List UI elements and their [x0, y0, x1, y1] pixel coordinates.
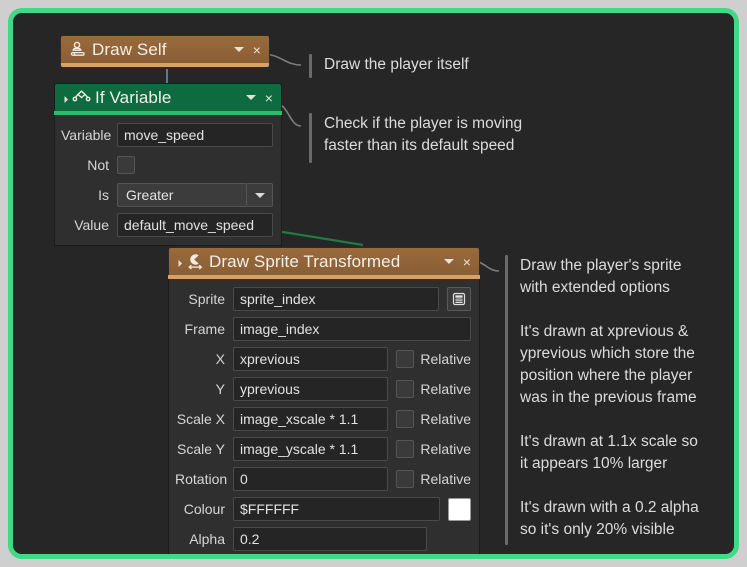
relative-scale-x-group: Relative — [396, 410, 471, 428]
label-sprite: Sprite — [188, 291, 225, 307]
label-scale-y: Scale Y — [177, 441, 225, 457]
field-row-frame: Frame image_index — [175, 317, 471, 341]
action-editor-frame: Draw Self × If Variable × Variable move_… — [8, 8, 739, 559]
label-scale-x: Scale X — [176, 411, 225, 427]
input-frame[interactable]: image_index — [233, 317, 471, 341]
if-variable-icon — [71, 88, 91, 108]
annotation-if-variable: Check if the player is moving faster tha… — [309, 113, 522, 163]
list-menu-icon[interactable] — [447, 287, 471, 311]
relative-rotation-group: Relative — [396, 470, 471, 488]
input-scale-x[interactable]: image_xscale * 1.1 — [233, 407, 389, 431]
close-icon[interactable]: × — [461, 255, 473, 269]
label-relative-rotation: Relative — [420, 471, 471, 487]
relative-x-group: Relative — [396, 350, 471, 368]
checkbox-relative-rotation[interactable] — [396, 470, 415, 488]
select-is-chevron-down-icon[interactable] — [247, 183, 273, 207]
label-rotation: Rotation — [175, 471, 228, 487]
draw-self-title: Draw Self — [92, 39, 167, 59]
chevron-down-icon[interactable] — [443, 259, 454, 264]
annotation-bar — [309, 54, 312, 78]
annotation-draw-self: Draw the player itself — [309, 54, 469, 78]
if-variable-body: Variable move_speed Not Is Greater Value — [54, 115, 282, 246]
checkbox-not[interactable] — [117, 156, 135, 174]
field-row-scale-x: Scale X image_xscale * 1.1 Relative — [175, 407, 471, 431]
label-x: X — [215, 351, 225, 367]
input-scale-y[interactable]: image_yscale * 1.1 — [233, 437, 389, 461]
close-icon[interactable]: × — [251, 43, 263, 57]
label-relative-x: Relative — [420, 351, 471, 367]
field-row-alpha: Alpha 0.2 — [175, 527, 471, 551]
close-icon[interactable]: × — [263, 91, 275, 105]
input-x[interactable]: xprevious — [233, 347, 389, 371]
label-value: Value — [74, 217, 109, 233]
relative-y-group: Relative — [396, 380, 471, 398]
input-rotation[interactable]: 0 — [233, 467, 389, 491]
action-block-draw-sprite-transformed[interactable]: Draw Sprite Transformed × Sprite sprite_… — [168, 247, 480, 554]
label-relative-scale-y: Relative — [420, 441, 471, 457]
checkbox-relative-scale-x[interactable] — [396, 410, 415, 428]
select-is[interactable]: Greater — [117, 183, 247, 207]
label-alpha: Alpha — [189, 531, 225, 547]
label-y: Y — [215, 381, 225, 397]
field-row-rotation: Rotation 0 Relative — [175, 467, 471, 491]
screenshot-root: Draw Self × If Variable × Variable move_… — [0, 0, 747, 567]
field-row-sprite: Sprite sprite_index — [175, 287, 471, 311]
field-row-variable: Variable move_speed — [61, 123, 273, 147]
draw-sprite-transformed-body: Sprite sprite_index Frame image_index X … — [168, 279, 480, 554]
annotation-draw-self-text: Draw the player itself — [324, 56, 469, 73]
field-row-x: X xprevious Relative — [175, 347, 471, 371]
input-variable[interactable]: move_speed — [117, 123, 273, 147]
field-row-y: Y yprevious Relative — [175, 377, 471, 401]
input-colour[interactable]: $FFFFFF — [233, 497, 440, 521]
field-row-is: Is Greater — [61, 183, 273, 207]
checkbox-relative-scale-y[interactable] — [396, 440, 415, 458]
action-block-draw-self[interactable]: Draw Self × — [60, 35, 270, 68]
checkbox-relative-x[interactable] — [396, 350, 415, 368]
field-row-value: Value default_move_speed — [61, 213, 273, 237]
input-sprite[interactable]: sprite_index — [233, 287, 439, 311]
colour-swatch[interactable] — [448, 497, 471, 521]
checkbox-relative-y[interactable] — [396, 380, 415, 398]
input-value[interactable]: default_move_speed — [117, 213, 273, 237]
if-variable-titlebar[interactable]: If Variable × — [54, 83, 282, 111]
draw-self-accent-bar — [60, 63, 270, 68]
annotation-draw-sprite-text: Draw the player's sprite with extended o… — [520, 257, 699, 538]
relative-scale-y-group: Relative — [396, 440, 471, 458]
label-frame: Frame — [184, 321, 225, 337]
draw-sprite-transformed-titlebar[interactable]: Draw Sprite Transformed × — [168, 247, 480, 275]
label-is: Is — [98, 187, 109, 203]
field-row-not: Not — [61, 153, 273, 177]
annotation-bar — [309, 113, 312, 163]
chevron-down-icon[interactable] — [245, 95, 256, 100]
collapse-triangle-icon[interactable] — [60, 95, 69, 104]
input-alpha[interactable]: 0.2 — [233, 527, 427, 551]
annotation-bar — [505, 255, 508, 545]
label-relative-y: Relative — [420, 381, 471, 397]
field-row-scale-y: Scale Y image_yscale * 1.1 Relative — [175, 437, 471, 461]
chevron-down-icon[interactable] — [233, 47, 244, 52]
action-canvas[interactable]: Draw Self × If Variable × Variable move_… — [13, 13, 734, 554]
annotation-if-variable-text: Check if the player is moving faster tha… — [324, 115, 523, 154]
annotation-draw-sprite: Draw the player's sprite with extended o… — [505, 255, 699, 545]
if-variable-title: If Variable — [95, 87, 172, 107]
label-variable: Variable — [61, 127, 112, 143]
draw-sprite-transformed-title: Draw Sprite Transformed — [209, 251, 401, 271]
draw-sprite-transformed-icon — [185, 252, 205, 272]
draw-self-icon — [68, 40, 88, 60]
action-block-if-variable[interactable]: If Variable × Variable move_speed Not Is… — [54, 83, 282, 246]
label-not: Not — [87, 157, 109, 173]
input-y[interactable]: yprevious — [233, 377, 389, 401]
field-row-colour: Colour $FFFFFF — [175, 497, 471, 521]
collapse-triangle-icon[interactable] — [174, 259, 183, 268]
draw-self-titlebar[interactable]: Draw Self × — [60, 35, 270, 63]
label-colour: Colour — [183, 501, 225, 517]
label-relative-scale-x: Relative — [420, 411, 471, 427]
